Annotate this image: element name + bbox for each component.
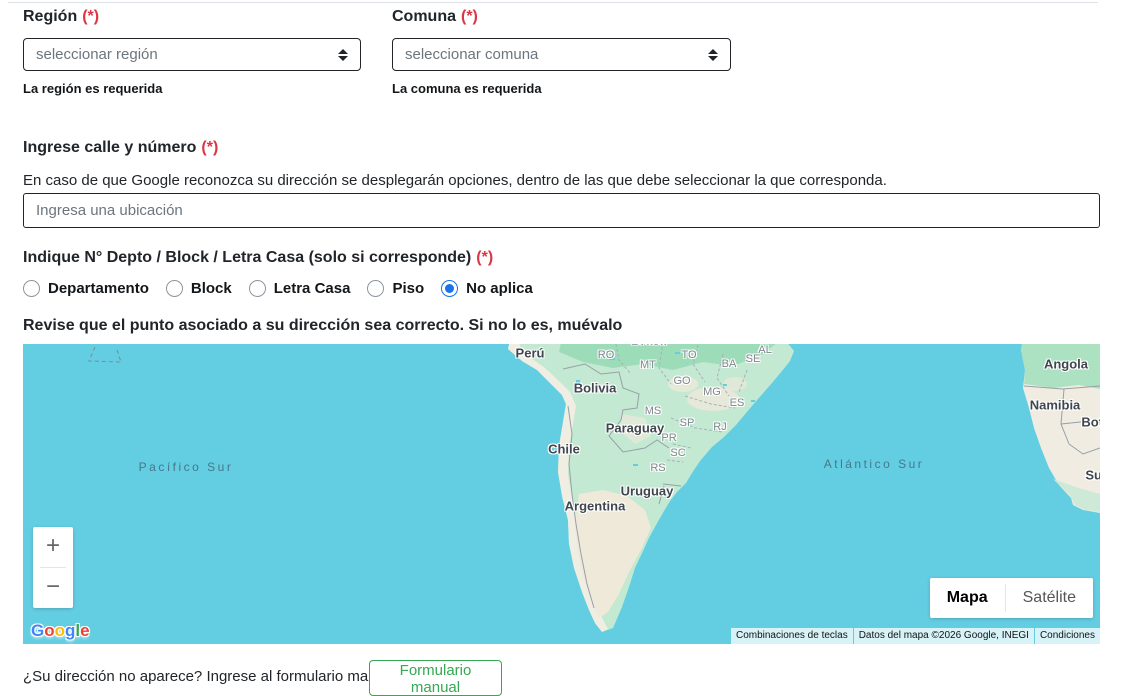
radio-label: No aplica xyxy=(466,280,533,297)
street-label-text: Ingrese calle y número xyxy=(23,139,196,156)
radio-label: Departamento xyxy=(48,280,149,297)
map-instruction: Revise que el punto asociado a su direcc… xyxy=(23,317,622,335)
select-updown-icon xyxy=(338,49,348,61)
street-required-mark: (*) xyxy=(201,139,218,156)
comuna-label: Comuna (*) xyxy=(392,8,478,26)
comuna-required-mark: (*) xyxy=(461,8,478,25)
radio-departamento[interactable]: Departamento xyxy=(23,280,149,297)
comuna-error: La comuna es requerida xyxy=(392,81,542,96)
region-error: La región es requerida xyxy=(23,81,162,96)
unit-radio-group: Departamento Block Letra Casa Piso No ap… xyxy=(23,280,533,297)
select-updown-icon xyxy=(708,49,718,61)
section-divider xyxy=(8,2,1098,3)
zoom-out-button[interactable]: − xyxy=(33,568,73,608)
region-required-mark: (*) xyxy=(82,8,99,25)
radio-label: Block xyxy=(191,280,232,297)
region-select[interactable]: seleccionar región xyxy=(23,38,361,71)
comuna-label-text: Comuna xyxy=(392,8,456,25)
street-label: Ingrese calle y número (*) xyxy=(23,139,218,157)
google-logo[interactable]: Google xyxy=(31,621,90,641)
zoom-in-button[interactable]: + xyxy=(33,527,73,567)
region-label-text: Región xyxy=(23,8,77,25)
radio-block[interactable]: Block xyxy=(166,280,232,297)
keyboard-shortcuts-link[interactable]: Combinaciones de teclas xyxy=(731,628,853,644)
map-type-control: Mapa Satélite xyxy=(930,578,1093,618)
unit-required-mark: (*) xyxy=(476,249,493,266)
map-zoom-control: + − xyxy=(33,527,73,608)
manual-form-button[interactable]: Formulario manual xyxy=(369,660,502,696)
unit-label-text: Indique N° Depto / Block / Letra Casa (s… xyxy=(23,249,471,266)
radio-circle-icon[interactable] xyxy=(249,280,266,297)
map-data-text: Datos del mapa ©2026 Google, INEGI xyxy=(854,628,1034,644)
location-input[interactable] xyxy=(23,193,1100,228)
map-type-satellite-button[interactable]: Satélite xyxy=(1006,578,1093,618)
radio-no-aplica[interactable]: No aplica xyxy=(441,280,533,297)
comuna-select-value: seleccionar comuna xyxy=(405,46,708,63)
street-help-text: En caso de que Google reconozca su direc… xyxy=(23,172,887,189)
unit-label: Indique N° Depto / Block / Letra Casa (s… xyxy=(23,249,493,267)
radio-circle-icon[interactable] xyxy=(367,280,384,297)
region-label: Región (*) xyxy=(23,8,99,26)
map-attribution: Combinaciones de teclas Datos del mapa ©… xyxy=(731,628,1100,644)
radio-circle-icon[interactable] xyxy=(441,280,458,297)
radio-label: Letra Casa xyxy=(274,280,351,297)
google-map[interactable]: Perú Bolivia Paraguay Chile Uruguay Arge… xyxy=(23,344,1100,644)
radio-circle-icon[interactable] xyxy=(23,280,40,297)
manual-form-question: ¿Su dirección no aparece? Ingrese al for… xyxy=(23,668,397,685)
terms-link[interactable]: Condiciones xyxy=(1035,628,1100,644)
radio-letra-casa[interactable]: Letra Casa xyxy=(249,280,351,297)
comuna-select[interactable]: seleccionar comuna xyxy=(392,38,731,71)
radio-piso[interactable]: Piso xyxy=(367,280,424,297)
radio-circle-icon[interactable] xyxy=(166,280,183,297)
map-type-map-button[interactable]: Mapa xyxy=(930,578,1005,618)
radio-label: Piso xyxy=(392,280,424,297)
region-select-value: seleccionar región xyxy=(36,46,338,63)
